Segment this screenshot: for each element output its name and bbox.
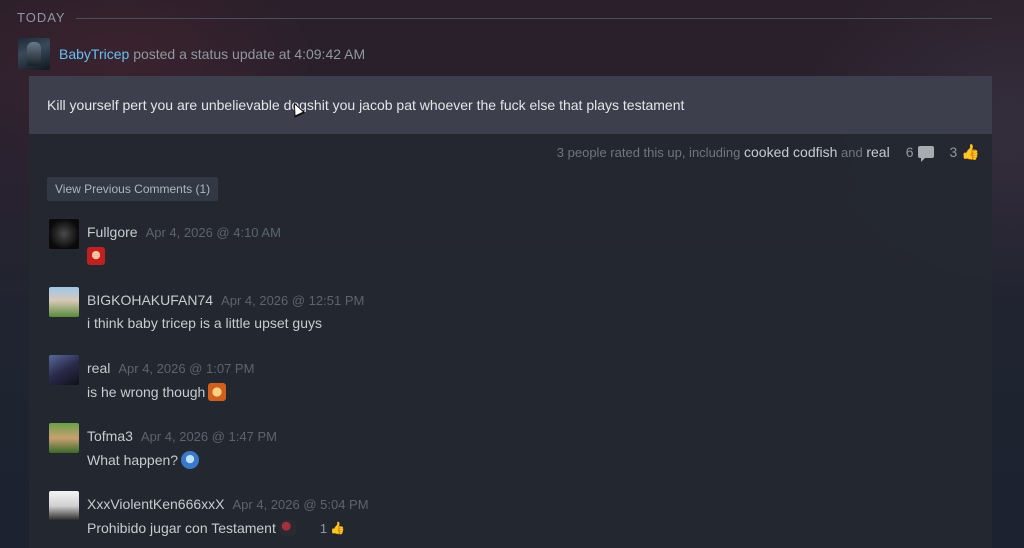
day-header: TODAY <box>17 10 992 25</box>
rated-and: and <box>841 145 863 160</box>
commenter-name-link[interactable]: BIGKOHAKUFAN74 <box>87 292 213 308</box>
rating-prefix: 3 people rated this up, including <box>556 145 741 160</box>
commenter-avatar[interactable] <box>49 219 79 249</box>
comment-text: i think baby tricep is a little upset gu… <box>87 315 364 331</box>
view-previous-comments-button[interactable]: View Previous Comments (1) <box>47 177 219 201</box>
comment-time: Apr 4, 2026 @ 4:10 AM <box>145 225 281 240</box>
comment-time: Apr 4, 2026 @ 1:47 PM <box>140 429 277 444</box>
comment-item: real Apr 4, 2026 @ 1:07 PM is he wrong t… <box>49 355 254 401</box>
post-action-text: posted a status update at <box>133 46 291 62</box>
red-character-emoticon-icon <box>87 247 105 265</box>
commenter-name-link[interactable]: Fullgore <box>87 224 138 240</box>
comment-text-content: is he wrong though <box>87 384 206 400</box>
rating-row: 3 people rated this up, including cooked… <box>557 144 980 162</box>
thumbs-up-icon: 👍 <box>961 143 980 161</box>
comment-text-content: i think baby tricep is a little upset gu… <box>87 315 323 331</box>
comment-time: Apr 4, 2026 @ 12:51 PM <box>221 293 365 308</box>
comment-text-content: What happen? <box>87 452 179 468</box>
commenter-avatar[interactable] <box>49 355 79 385</box>
comment-count: 6 <box>905 144 914 160</box>
comment-upvote-button[interactable]: 1 👍 <box>320 521 345 536</box>
post-time: 4:09:42 AM <box>294 46 366 62</box>
upvote-count: 3 <box>949 144 958 160</box>
comment-count-button[interactable]: 6 <box>905 144 934 162</box>
comment-item: XxxViolentKen666xxX Apr 4, 2026 @ 5:04 P… <box>49 491 369 537</box>
rated-by-link-1[interactable]: cooked codfish <box>744 144 837 160</box>
commenter-avatar[interactable] <box>49 491 79 521</box>
comment-text: Prohibido jugar con Testament 1 👍 <box>87 519 369 537</box>
blue-character-emoticon-icon <box>181 451 200 469</box>
comment-item: Tofma3 Apr 4, 2026 @ 1:47 PM What happen… <box>49 423 277 469</box>
commenter-name-link[interactable]: real <box>87 360 110 376</box>
comment-time: Apr 4, 2026 @ 5:04 PM <box>232 497 369 512</box>
comment-item: Fullgore Apr 4, 2026 @ 4:10 AM <box>49 219 281 265</box>
post-header: BabyTricep posted a status update at 4:0… <box>18 38 365 70</box>
status-card: Kill yourself pert you are unbelievable … <box>29 76 992 548</box>
comment-item: BIGKOHAKUFAN74 Apr 4, 2026 @ 12:51 PM i … <box>49 287 364 331</box>
commenter-avatar[interactable] <box>49 423 79 453</box>
day-label: TODAY <box>17 10 66 25</box>
rated-by-link-2[interactable]: real <box>866 144 889 160</box>
thumbs-up-icon: 👍 <box>330 521 346 535</box>
comment-text-content: Prohibido jugar con Testament <box>87 520 276 536</box>
comment-time: Apr 4, 2026 @ 1:07 PM <box>118 361 255 376</box>
poster-name-link[interactable]: BabyTricep <box>59 46 129 62</box>
status-text: Kill yourself pert you are unbelievable … <box>29 76 992 134</box>
commenter-name-link[interactable]: XxxViolentKen666xxX <box>87 496 225 512</box>
upvote-button[interactable]: 3 👍 <box>950 144 980 160</box>
comment-text: What happen? <box>87 451 277 469</box>
dark-character-emoticon-icon <box>278 519 297 537</box>
rating-summary: 3 people rated this up, including cooked… <box>557 144 890 160</box>
comment-text <box>87 247 281 265</box>
comment-bubble-icon <box>917 146 934 162</box>
commenter-avatar[interactable] <box>49 287 79 317</box>
poster-avatar[interactable] <box>18 38 50 70</box>
comment-upvote-count: 1 <box>319 520 328 536</box>
orange-character-emoticon-icon <box>208 383 227 401</box>
comment-text: is he wrong though <box>87 383 254 401</box>
day-divider <box>75 18 992 19</box>
commenter-name-link[interactable]: Tofma3 <box>87 428 133 444</box>
